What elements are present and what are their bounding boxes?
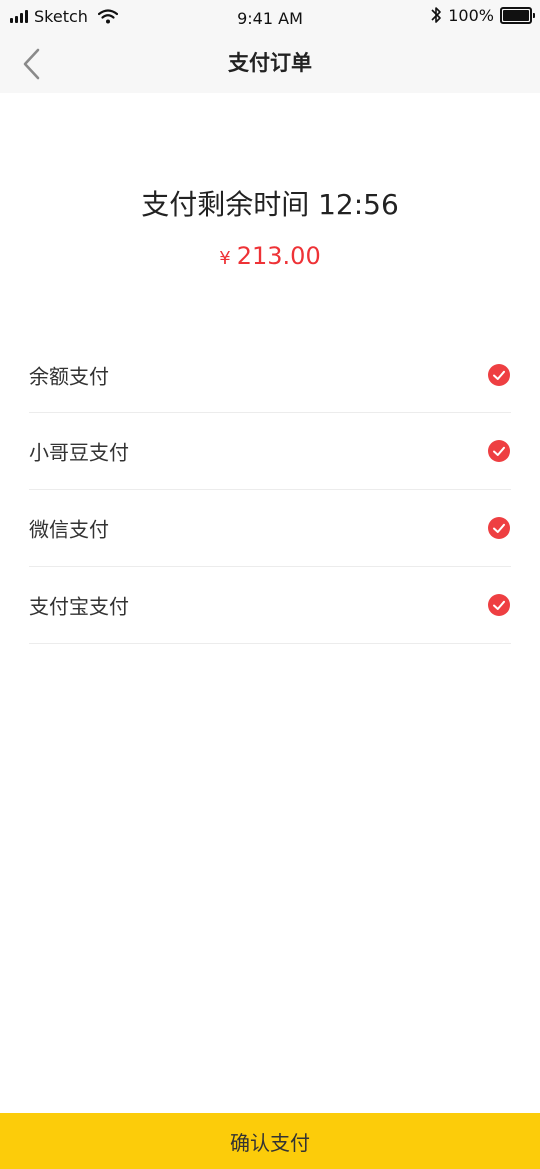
payment-method-list: 余额支付 小哥豆支付 微信支付 支付宝支付 — [29, 337, 511, 644]
confirm-payment-button[interactable]: 确认支付 — [0, 1113, 540, 1169]
payment-method-xiaogedou[interactable]: 小哥豆支付 — [29, 413, 511, 490]
timer-label: 支付剩余时间 — [141, 188, 310, 221]
check-circle-icon[interactable] — [488, 517, 510, 539]
check-circle-icon[interactable] — [488, 363, 510, 386]
payment-timer: 支付剩余时间 12:56 — [0, 183, 540, 223]
payment-method-alipay[interactable]: 支付宝支付 — [29, 567, 511, 644]
status-right: 100% — [430, 5, 535, 25]
payment-method-wechat[interactable]: 微信支付 — [29, 490, 511, 567]
payment-method-balance[interactable]: 余额支付 — [29, 337, 511, 413]
navigation-bar: 支付订单 — [0, 36, 540, 93]
method-label: 微信支付 — [29, 517, 109, 542]
check-circle-icon[interactable] — [488, 594, 510, 616]
payment-amount: ¥213.00 — [0, 242, 540, 270]
battery-icon — [500, 6, 535, 24]
amount-value: 213.00 — [236, 242, 321, 270]
check-circle-icon[interactable] — [488, 440, 510, 462]
method-label: 小哥豆支付 — [29, 440, 129, 465]
bluetooth-icon — [431, 7, 442, 23]
currency-symbol: ¥ — [219, 248, 231, 269]
battery-percent: 100% — [448, 5, 494, 25]
method-label: 支付宝支付 — [29, 594, 129, 619]
status-bar: Sketch 9:41 AM 100% — [0, 0, 540, 36]
confirm-label: 确认支付 — [230, 1130, 310, 1155]
timer-value: 12:56 — [318, 188, 399, 221]
page-title: 支付订单 — [228, 51, 312, 75]
method-label: 余额支付 — [29, 364, 109, 388]
